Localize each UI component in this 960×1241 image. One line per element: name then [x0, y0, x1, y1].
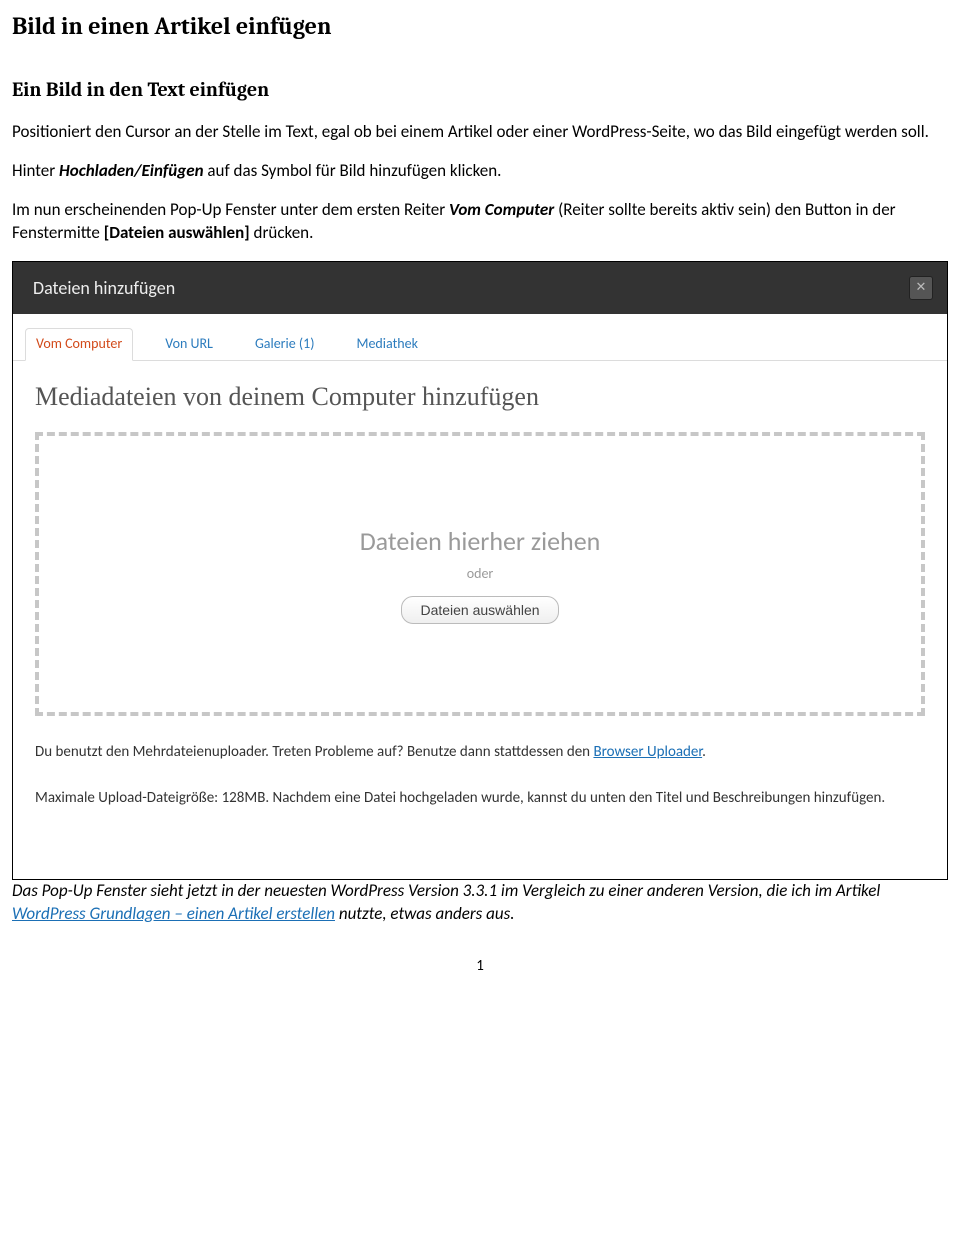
modal-title: Dateien hinzufügen: [33, 276, 175, 300]
uploader-hint: Du benutzt den Mehrdateienuploader. Tret…: [35, 742, 925, 762]
dropzone-or: oder: [467, 565, 494, 584]
paragraph: Im nun erscheinenden Pop-Up Fenster unte…: [12, 199, 948, 245]
text: Im nun erscheinenden Pop-Up Fenster unte…: [12, 199, 449, 220]
text: Das Pop-Up Fenster sieht jetzt in der ne…: [12, 880, 880, 901]
page-title: Bild in einen Artikel einfügen: [12, 10, 948, 42]
tab-gallery[interactable]: Galerie (1): [245, 329, 325, 360]
text: Du benutzt den Mehrdateienuploader. Tret…: [35, 743, 593, 761]
section-title: Ein Bild in den Text einfügen: [12, 76, 948, 103]
paragraph: Hinter Hochladen/Einfügen auf das Symbol…: [12, 160, 948, 183]
emphasis: Hochladen/Einfügen: [59, 160, 204, 181]
upload-limit-hint: Maximale Upload-Dateigröße: 128MB. Nachd…: [35, 788, 925, 808]
modal-header: Dateien hinzufügen ✕: [13, 262, 947, 314]
tab-media-library[interactable]: Mediathek: [346, 329, 427, 360]
select-files-button[interactable]: Dateien auswählen: [401, 596, 558, 624]
emphasis: [Dateien auswählen]: [104, 222, 250, 243]
text: .: [702, 743, 706, 761]
close-button[interactable]: ✕: [909, 276, 933, 300]
browser-uploader-link[interactable]: Browser Uploader: [593, 743, 702, 761]
file-dropzone[interactable]: Dateien hierher ziehen oder Dateien ausw…: [35, 432, 925, 716]
text: auf das Symbol für Bild hinzufügen klick…: [204, 160, 502, 181]
text: drücken.: [250, 222, 314, 243]
screenshot-modal: Dateien hinzufügen ✕ Vom Computer Von UR…: [12, 261, 948, 880]
tab-from-url[interactable]: Von URL: [155, 329, 223, 360]
modal-heading: Mediadateien von deinem Computer hinzufü…: [35, 379, 925, 414]
tab-from-computer[interactable]: Vom Computer: [25, 328, 133, 361]
text: Hinter: [12, 160, 59, 181]
text: nutzte, etwas anders aus.: [335, 903, 515, 924]
dropzone-label: Dateien hierher ziehen: [360, 524, 601, 559]
related-article-link[interactable]: WordPress Grundlagen – einen Artikel ers…: [12, 903, 335, 924]
modal-tabs: Vom Computer Von URL Galerie (1) Mediath…: [13, 322, 947, 361]
page-number: 1: [12, 956, 948, 976]
emphasis: Vom Computer: [449, 199, 554, 220]
paragraph: Positioniert den Cursor an der Stelle im…: [12, 121, 948, 144]
close-icon: ✕: [916, 279, 927, 297]
figure-caption: Das Pop-Up Fenster sieht jetzt in der ne…: [12, 880, 948, 926]
modal-body: Mediadateien von deinem Computer hinzufü…: [13, 361, 947, 879]
